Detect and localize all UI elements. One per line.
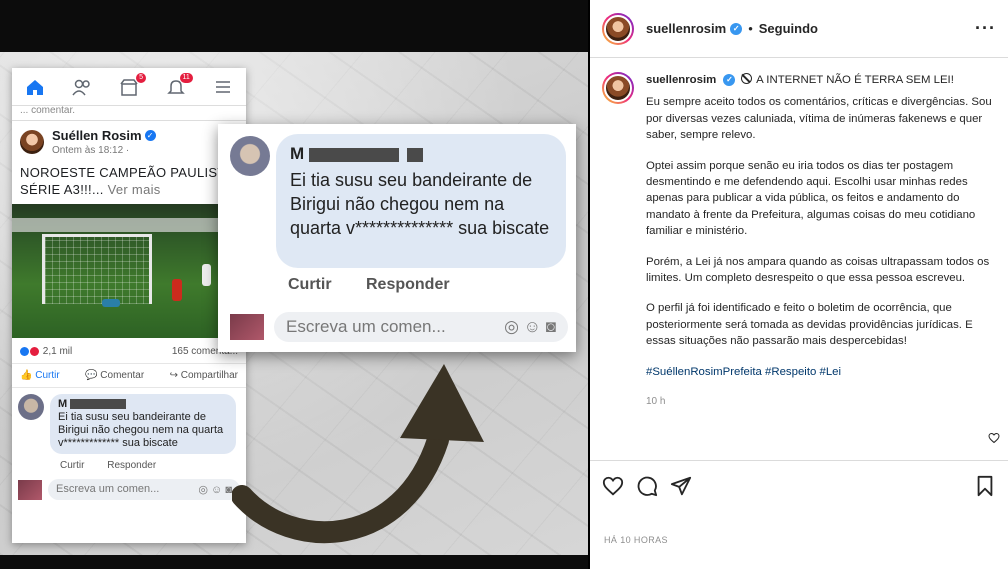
football-match-photo <box>12 204 246 338</box>
previous-comment-snippet: ... comentar. <box>20 106 76 116</box>
comment-text: Ei tia susu seu bandeirante de Birigui n… <box>290 170 550 238</box>
comment: M Ei tia susu seu bandeirante de Birigui… <box>12 388 246 454</box>
redacted-name <box>406 147 423 162</box>
post-header: Suéllen Rosim ✓ Ontem às 18:12 · <box>12 120 246 160</box>
comment-text: Ei tia susu seu bandeirante de Birigui n… <box>58 411 224 449</box>
caption-paragraph: Eu sempre aceito todos os comentários, c… <box>646 96 992 142</box>
caption-paragraph: Optei assim porque senão eu iria todos o… <box>646 159 976 238</box>
facebook-nav-bar: 5 11 <box>12 68 246 106</box>
bookmark-icon[interactable] <box>974 475 996 497</box>
caption-time: 10 h <box>646 396 666 408</box>
home-icon <box>24 78 46 96</box>
write-comment-box: Escreva um comen... ◎ ☺ ◙ <box>274 312 568 342</box>
comment-icon[interactable] <box>636 475 658 497</box>
post-date[interactable]: HÁ 10 HORAS <box>604 535 668 545</box>
facebook-post-screenshot: 5 11 ... comentar. Suéllen Rosim ✓ Ontem … <box>12 68 246 543</box>
more-options-button[interactable]: ··· <box>975 18 996 39</box>
goalkeeper <box>102 299 120 307</box>
write-comment-box: Escreva um comen... ◎ ☺ ◙ <box>48 479 240 500</box>
post-timestamp: Ontem às 18:12 · <box>52 145 130 156</box>
camera-emoji-sticker-icons: ◎ ☺ ◙ <box>198 484 232 496</box>
friends-icon <box>71 78 93 96</box>
avatar[interactable] <box>602 72 634 104</box>
avatar <box>20 129 44 154</box>
separator-dot: • <box>748 21 753 36</box>
reactions-count: 2,1 mil <box>42 346 73 357</box>
avatar <box>18 394 44 420</box>
share-label: Compartilhar <box>180 370 238 381</box>
post-image: 5 11 ... comentar. Suéllen Rosim ✓ Ontem … <box>0 0 588 569</box>
comment-bubble: M Ei tia susu seu bandeirante de Birigui… <box>50 394 236 454</box>
verified-icon: ✓ <box>730 22 743 35</box>
caption-title: A INTERNET NÃO É TERRA SEM LEI! <box>756 74 954 86</box>
verified-icon: ✓ <box>723 73 736 86</box>
caption: suellenrosim ✓ A INTERNET NÃO É TERRA SE… <box>646 72 992 411</box>
avatar <box>230 314 264 340</box>
menu-icon <box>212 78 234 96</box>
verified-icon: ✓ <box>144 130 156 142</box>
notification-badge: 11 <box>179 72 193 83</box>
bell-icon: 11 <box>165 72 193 96</box>
post-text: NOROESTE CAMPEÃO PAULISTA SÉRIE A3!!!...… <box>12 160 246 204</box>
heart-icon[interactable] <box>988 432 1000 444</box>
like-label: Curtir <box>35 370 60 381</box>
share-icon[interactable] <box>670 475 692 497</box>
zoomed-comment: M Ei tia susu seu bandeirante de Birigui… <box>218 124 576 352</box>
comment-actions: Curtir Responder <box>288 276 450 293</box>
player <box>172 279 182 301</box>
love-reaction-icon <box>30 346 39 356</box>
following-button[interactable]: Seguindo <box>759 21 818 36</box>
comment-bubble: M Ei tia susu seu bandeirante de Birigui… <box>276 134 566 268</box>
reactions: 2,1 mil <box>20 346 72 357</box>
comment-label: Comentar <box>100 370 145 381</box>
post-stats: 2,1 mil 165 comentá... <box>12 338 246 363</box>
redacted-name <box>70 399 127 410</box>
comment-author: M <box>58 398 68 410</box>
avatar <box>230 136 270 176</box>
comment-action: 💬 Comentar <box>85 370 145 381</box>
hashtags[interactable]: #SuéllenRosimPrefeita #Respeito #Lei <box>646 364 992 380</box>
username-link[interactable]: suellenrosim <box>646 21 726 36</box>
share-action: ↪ Compartilhar <box>169 370 238 381</box>
post-actions <box>590 460 1008 510</box>
caption-username[interactable]: suellenrosim <box>646 74 716 86</box>
marketplace-icon: 5 <box>118 72 146 96</box>
heart-icon[interactable] <box>602 475 624 497</box>
like-action: 👍 Curtir <box>20 370 60 381</box>
avatar[interactable] <box>602 12 634 45</box>
write-comment-placeholder: Escreva um comen... <box>286 317 446 336</box>
avatar <box>18 479 42 500</box>
write-comment-placeholder: Escreva um comen... <box>56 483 160 495</box>
caption-area: suellenrosim ✓ A INTERNET NÃO É TERRA SE… <box>590 58 1008 414</box>
post-header: suellenrosim ✓ • Seguindo ··· <box>590 0 1008 58</box>
player <box>202 264 211 286</box>
prohibited-icon <box>740 73 752 84</box>
write-comment: Escreva um comen... ◎ ☺ ◙ <box>18 479 240 500</box>
post-actions: 👍 Curtir 💬 Comentar ↪ Compartilhar <box>12 363 246 388</box>
camera-emoji-sticker-icons: ◎ ☺ ◙ <box>504 317 556 336</box>
caption-paragraph: O perfil já foi identificado e feito o b… <box>646 302 973 348</box>
caption-paragraph: Porém, a Lei já nos ampara quando as coi… <box>646 255 990 285</box>
instagram-post-sidebar: suellenrosim ✓ • Seguindo ··· suellenros… <box>590 0 1008 569</box>
notification-badge: 5 <box>136 72 146 83</box>
author-name: Suéllen Rosim <box>52 128 142 143</box>
advertising-board <box>12 218 246 232</box>
redacted-name <box>308 147 399 162</box>
comment-author: M <box>290 144 305 163</box>
comment-actions: Curtir Responder <box>60 460 157 471</box>
see-more-link: Ver mais <box>107 182 161 197</box>
like-reaction-icon <box>20 346 29 356</box>
goal-frame <box>42 234 152 304</box>
